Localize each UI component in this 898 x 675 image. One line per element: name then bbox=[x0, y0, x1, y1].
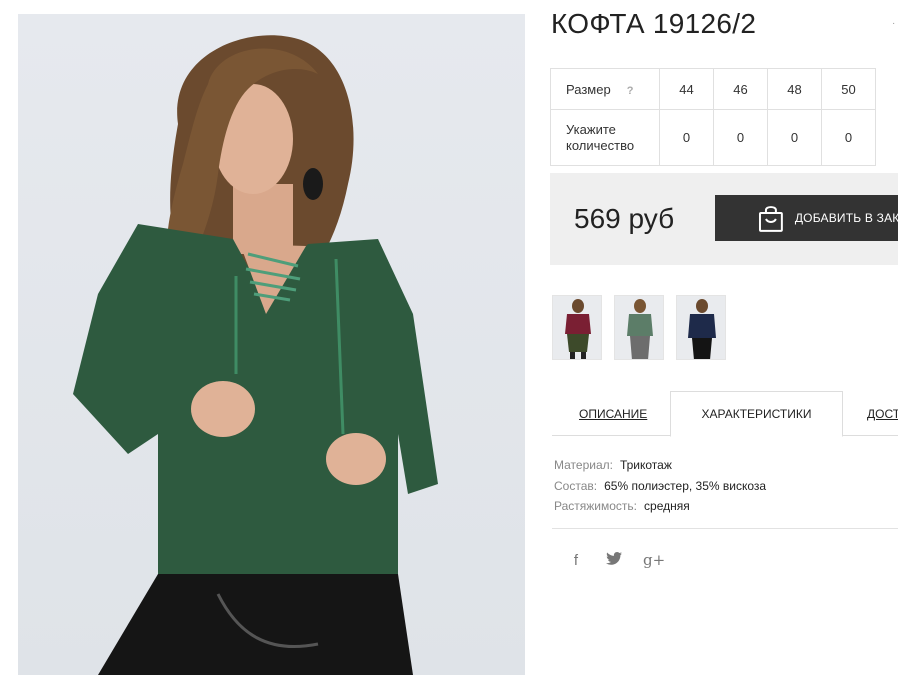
characteristic-key: Материал: bbox=[554, 458, 613, 472]
quantity-50[interactable]: 0 bbox=[821, 109, 876, 166]
model-illustration bbox=[73, 35, 438, 675]
list-item: Состав: 65% полиэстер, 35% вискоза bbox=[554, 476, 766, 497]
size-46: 46 bbox=[713, 68, 768, 110]
characteristics-list: Материал: Трикотаж Состав: 65% полиэстер… bbox=[554, 455, 766, 517]
divider bbox=[552, 528, 898, 529]
help-icon[interactable]: ? bbox=[627, 85, 634, 97]
tab-characteristics[interactable]: ХАРАКТЕРИСТИКИ bbox=[670, 391, 843, 437]
list-item: Материал: Трикотаж bbox=[554, 455, 766, 476]
price: 569 руб bbox=[574, 203, 675, 234]
product-main-image[interactable] bbox=[18, 14, 525, 675]
corner-mark: · bbox=[892, 18, 896, 29]
characteristic-key: Состав: bbox=[554, 478, 598, 493]
quantity-44[interactable]: 0 bbox=[659, 109, 714, 166]
size-row: Размер? 44 46 48 50 bbox=[550, 68, 876, 110]
info-tabs: ОПИСАНИЕ ХАРАКТЕРИСТИКИ ДОСТАВКА bbox=[552, 391, 898, 437]
add-to-order-button[interactable]: ДОБАВИТЬ В ЗАКАЗ bbox=[715, 195, 898, 241]
thumbnail-burgundy[interactable] bbox=[552, 295, 602, 360]
thumbnail-navy[interactable] bbox=[676, 295, 726, 360]
shopping-bag-icon bbox=[758, 206, 783, 232]
size-48: 48 bbox=[767, 68, 822, 110]
size-44: 44 bbox=[659, 68, 714, 110]
facebook-icon[interactable]: f bbox=[567, 552, 585, 569]
product-title: КОФТА 19126/2 bbox=[551, 8, 757, 39]
characteristic-key: Растяжимость: bbox=[554, 499, 638, 513]
quantity-label: Укажите количество bbox=[550, 109, 660, 166]
characteristic-value: 65% полиэстер, 35% вискоза bbox=[604, 478, 767, 493]
size-50: 50 bbox=[821, 68, 876, 110]
tab-description[interactable]: ОПИСАНИЕ bbox=[579, 391, 647, 436]
google-plus-icon[interactable]: g+ bbox=[643, 551, 665, 569]
add-to-order-label: ДОБАВИТЬ В ЗАКАЗ bbox=[794, 211, 898, 225]
social-share: f g+ bbox=[567, 551, 665, 569]
characteristic-value: Трикотаж bbox=[619, 458, 672, 472]
price-panel: 569 руб ДОБАВИТЬ В ЗАКАЗ bbox=[550, 173, 898, 265]
tab-delivery[interactable]: ДОСТАВКА bbox=[867, 391, 898, 436]
thumbnail-green[interactable] bbox=[614, 295, 664, 360]
size-header: Размер? bbox=[550, 68, 660, 110]
size-table: Размер? 44 46 48 50 Укажите количество 0… bbox=[550, 68, 876, 166]
thumbnail-image bbox=[627, 299, 653, 359]
size-header-label: Размер bbox=[566, 81, 611, 97]
characteristic-value: средняя bbox=[644, 499, 690, 513]
quantity-46[interactable]: 0 bbox=[713, 109, 768, 166]
quantity-row: Укажите количество 0 0 0 0 bbox=[550, 109, 876, 166]
twitter-icon[interactable] bbox=[605, 552, 623, 568]
list-item: Растяжимость: средняя bbox=[554, 496, 766, 517]
thumbnail-image bbox=[565, 299, 591, 359]
thumbnail-list bbox=[552, 295, 726, 360]
quantity-48[interactable]: 0 bbox=[767, 109, 822, 166]
thumbnail-image bbox=[688, 299, 716, 359]
